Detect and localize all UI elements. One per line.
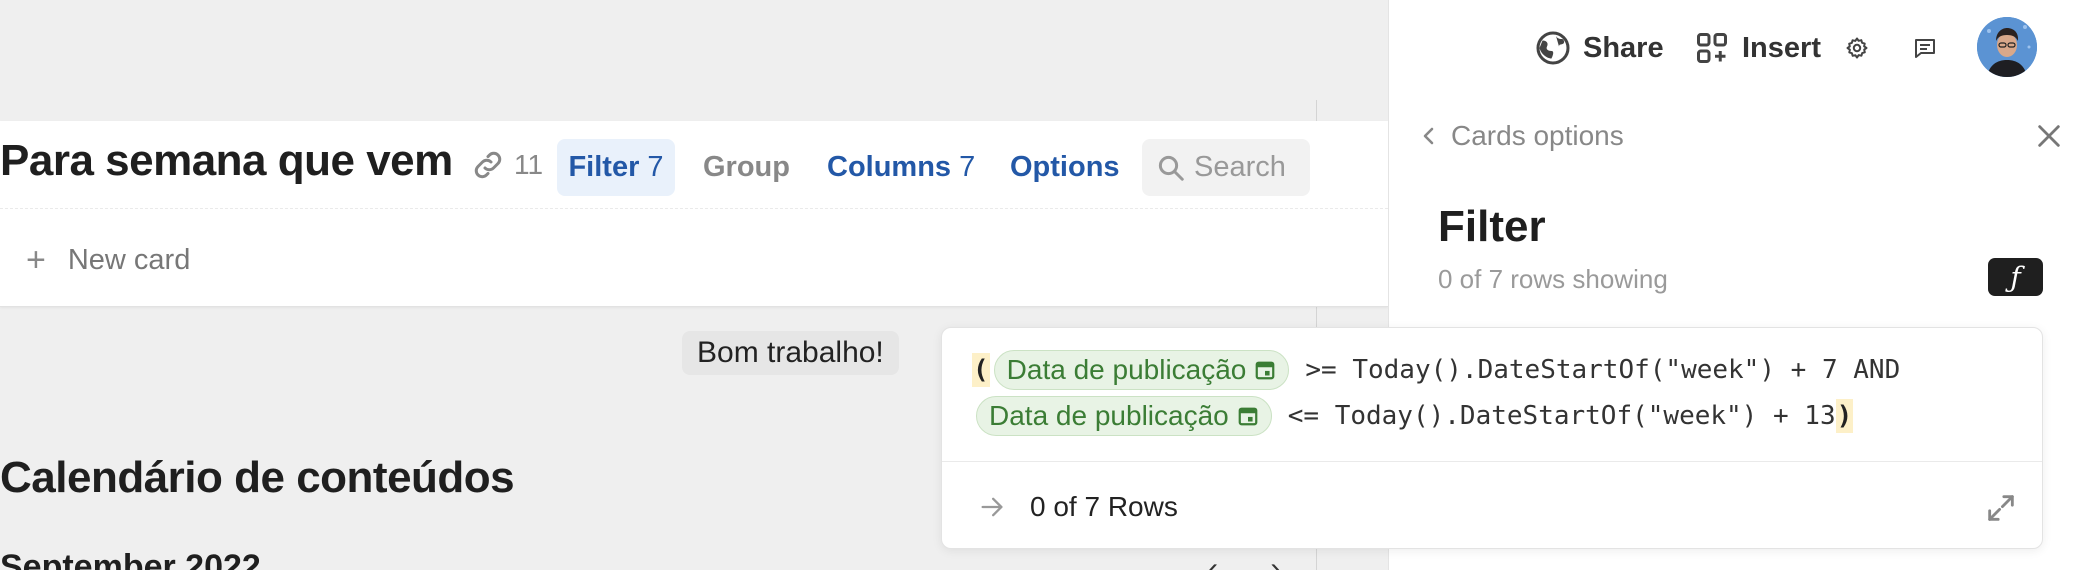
close-paren: ) [1835, 399, 1854, 433]
formula-line-2[interactable]: Data de publicação <= Today().DateStartO… [972, 396, 1854, 436]
avatar[interactable] [1977, 17, 2037, 77]
formula-result: 0 of 7 Rows [978, 491, 1178, 523]
share-label: Share [1583, 31, 1664, 64]
result-text: 0 of 7 Rows [1030, 491, 1178, 522]
search-input[interactable]: Search [1142, 139, 1310, 196]
back-to-cards-options[interactable]: Cards options [1417, 120, 1624, 152]
filter-count: 7 [647, 151, 664, 183]
text-bubble[interactable]: Bom trabalho! [682, 331, 899, 375]
columns-button[interactable]: Columns 7 [827, 139, 975, 196]
columns-label: Columns [827, 151, 952, 183]
close-icon[interactable] [2035, 122, 2063, 150]
new-card-label: New card [67, 244, 191, 276]
options-label: Options [1010, 151, 1120, 183]
chevron-left-icon [1423, 127, 1434, 145]
section-title: Calendário de conteúdos [0, 453, 515, 502]
grid-icon [1697, 33, 1727, 63]
options-button[interactable]: Options [1010, 139, 1120, 196]
avatar-image [1977, 17, 2037, 77]
column-chip[interactable]: Data de publicação [993, 350, 1290, 390]
formula-line-1[interactable]: ( Data de publicação >= Today().DateStar… [972, 350, 1900, 390]
comments-button[interactable] [1913, 28, 1949, 68]
linked-count[interactable]: 11 [470, 147, 543, 183]
open-paren: ( [972, 353, 990, 387]
share-button[interactable]: Share [1535, 28, 1664, 68]
search-icon [1158, 155, 1184, 181]
formula-editor[interactable]: ( Data de publicação >= Today().DateStar… [941, 327, 2043, 549]
formula-text: >= Today().DateStartOf("week") + 7 AND [1305, 355, 1901, 385]
comment-icon [1915, 39, 1935, 58]
settings-button[interactable] [1845, 28, 1881, 68]
filter-button[interactable]: Filter 7 [557, 139, 675, 196]
new-card-button[interactable]: + New card [26, 241, 190, 280]
columns-count: 7 [959, 151, 976, 183]
panel-title: Filter [1438, 202, 1546, 251]
expand-icon[interactable] [1984, 491, 2018, 525]
search-placeholder: Search [1194, 151, 1286, 183]
link-count: 11 [514, 149, 544, 180]
calendar-icon [1238, 407, 1258, 426]
group-label: Group [703, 151, 790, 183]
insert-button[interactable]: Insert [1694, 28, 1821, 68]
formula-divider [942, 461, 2042, 462]
column-chip[interactable]: Data de publicação [976, 396, 1272, 436]
arrow-right-icon [981, 497, 1003, 517]
formula-text: <= Today().DateStartOf("week") + 13 [1287, 401, 1836, 431]
gear-icon [1846, 37, 1868, 59]
link-icon [474, 151, 502, 179]
chip-label: Data de publicação [989, 400, 1229, 431]
rows-showing-text: 0 of 7 rows showing [1438, 264, 1668, 294]
filter-label: Filter [568, 151, 640, 183]
header-divider [0, 208, 1388, 209]
month-title: September 2022 [0, 548, 261, 570]
globe-icon [1536, 31, 1570, 65]
group-button[interactable]: Group [703, 139, 790, 196]
plus-icon: + [26, 241, 46, 279]
formula-toggle-button[interactable]: ƒ [1988, 258, 2043, 296]
chip-label: Data de publicação [1006, 354, 1247, 385]
calendar-nav-arrows[interactable]: ‹ › [1208, 552, 1302, 570]
back-label: Cards options [1451, 120, 1624, 151]
insert-label: Insert [1742, 31, 1821, 64]
table-title[interactable]: Para semana que vem [0, 136, 453, 186]
calendar-icon [1256, 361, 1275, 380]
